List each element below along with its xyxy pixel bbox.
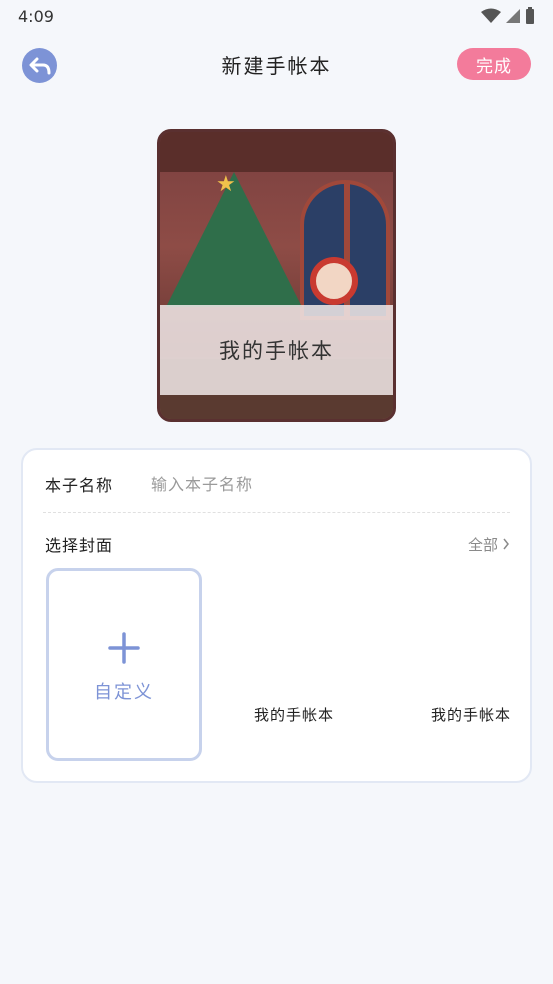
notebook-form-card: 本子名称 选择封面 全部 自定义 我的手帐本 我的手帐本 — [21, 448, 532, 783]
custom-cover-button[interactable]: 自定义 — [46, 568, 202, 761]
cover-santa-decoration — [310, 257, 358, 305]
cover-option[interactable]: 我的手帐本 — [431, 704, 511, 725]
signal-icon — [506, 9, 520, 23]
cover-select-row: 选择封面 全部 — [45, 532, 510, 556]
chevron-right-icon — [503, 538, 509, 550]
cover-label: 选择封面 — [45, 536, 114, 555]
status-time: 4:09 — [18, 6, 54, 26]
view-all-link[interactable]: 全部 — [468, 534, 510, 555]
done-button[interactable]: 完成 — [457, 48, 531, 80]
status-bar: 4:09 — [0, 0, 553, 32]
custom-cover-label: 自定义 — [94, 681, 154, 703]
name-label: 本子名称 — [45, 476, 114, 495]
wifi-icon — [481, 8, 501, 23]
divider — [43, 512, 510, 513]
header: 新建手帐本 完成 — [0, 40, 553, 90]
view-all-label: 全部 — [467, 535, 498, 554]
cover-option[interactable]: 我的手帐本 — [254, 704, 334, 725]
name-input[interactable] — [151, 474, 510, 494]
star-icon: ★ — [216, 172, 236, 197]
cover-lights-decoration — [160, 132, 393, 172]
cover-title: 我的手帐本 — [160, 305, 393, 395]
name-row: 本子名称 — [45, 470, 510, 498]
battery-icon — [526, 7, 534, 24]
plus-icon — [108, 631, 140, 664]
status-icons — [481, 7, 535, 25]
cover-preview: ★ 我的手帐本 — [157, 129, 396, 422]
